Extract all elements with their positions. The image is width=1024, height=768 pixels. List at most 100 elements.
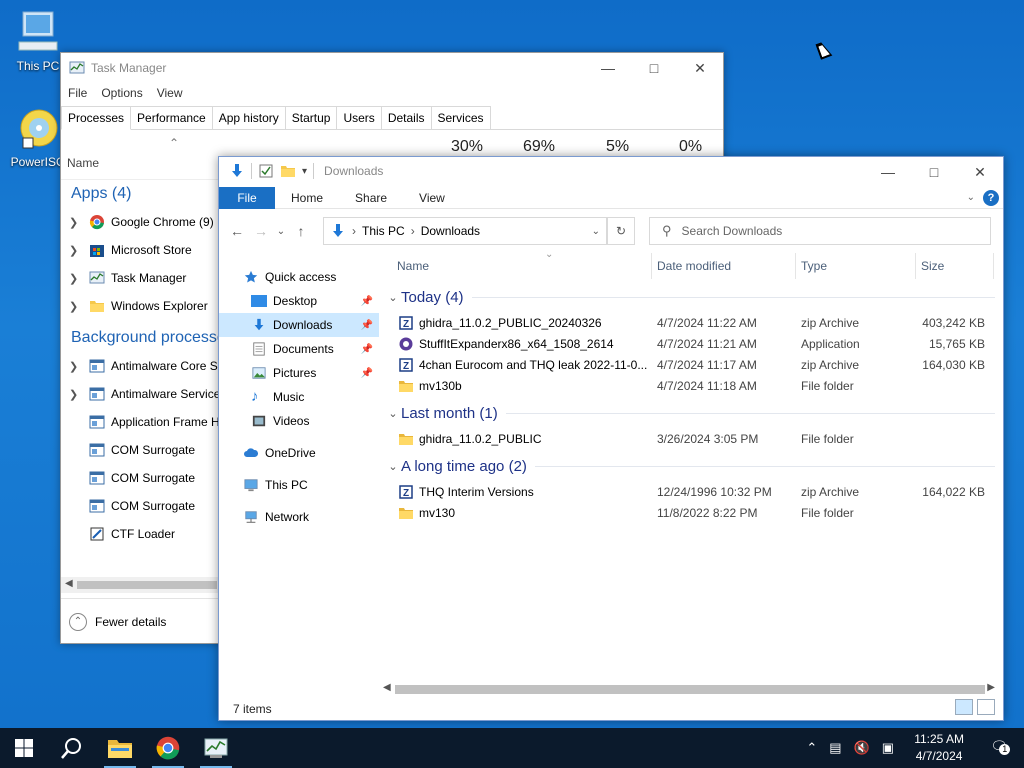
menu-file[interactable]: File bbox=[68, 86, 87, 100]
maximize-button[interactable]: □ bbox=[631, 53, 677, 83]
tab-users[interactable]: Users bbox=[336, 106, 382, 129]
expand-chevron-icon[interactable]: ❯ bbox=[69, 360, 89, 373]
close-button[interactable]: ✕ bbox=[957, 157, 1003, 187]
new-folder-icon[interactable] bbox=[280, 163, 296, 179]
title-bar[interactable]: ▾ Downloads — □ ✕ bbox=[219, 157, 1003, 187]
desktop-icon-poweriso[interactable]: PowerISO bbox=[8, 108, 68, 169]
ribbon-view-tab[interactable]: View bbox=[403, 191, 461, 205]
file-row[interactable]: Zghidra_11.0.2_PUBLIC_20240326 4/7/2024 1… bbox=[385, 312, 995, 333]
cpu-percent[interactable]: 30% bbox=[451, 138, 483, 156]
tab-performance[interactable]: Performance bbox=[130, 106, 213, 129]
forward-arrow-icon[interactable]: → bbox=[249, 223, 273, 239]
show-hidden-icons-icon[interactable]: ⌃ bbox=[806, 740, 817, 756]
minimize-button[interactable]: — bbox=[865, 157, 911, 187]
pin-icon[interactable]: 📌 bbox=[361, 344, 373, 355]
horizontal-scrollbar[interactable]: ◀ ▶ bbox=[379, 681, 999, 697]
file-row[interactable]: mv130b 4/7/2024 11:18 AM File folder bbox=[385, 375, 995, 396]
properties-icon[interactable] bbox=[258, 163, 274, 179]
column-name[interactable]: Name bbox=[397, 259, 429, 273]
collapse-chevron-icon[interactable]: ⌄ bbox=[385, 460, 401, 473]
nav-network[interactable]: Network bbox=[219, 505, 379, 529]
expand-chevron-icon[interactable]: ❯ bbox=[69, 272, 89, 285]
fewer-details-link[interactable]: Fewer details bbox=[95, 615, 166, 629]
nav-music[interactable]: ♪ Music bbox=[219, 385, 379, 409]
refresh-button[interactable]: ↻ bbox=[607, 217, 635, 245]
pin-icon[interactable]: 📌 bbox=[361, 320, 373, 331]
close-button[interactable]: ✕ bbox=[677, 53, 723, 83]
action-center-button[interactable]: 🗨 1 bbox=[990, 738, 1011, 755]
chevron-up-icon[interactable]: ⌃ bbox=[69, 612, 87, 631]
breadcrumb-this-pc[interactable]: This PC bbox=[362, 224, 405, 238]
breadcrumb-downloads[interactable]: Downloads bbox=[421, 224, 480, 238]
pin-icon[interactable]: 📌 bbox=[361, 368, 373, 379]
column-date-modified[interactable]: Date modified bbox=[657, 259, 731, 273]
nav-quick-access[interactable]: Quick access bbox=[219, 265, 379, 289]
desktop-icon-this-pc[interactable]: This PC bbox=[8, 8, 68, 73]
horizontal-scrollbar[interactable]: ◀ bbox=[61, 577, 221, 593]
details-view-icon[interactable] bbox=[955, 699, 973, 715]
tab-processes[interactable]: Processes bbox=[61, 106, 132, 130]
expand-ribbon-icon[interactable]: ⌄ bbox=[967, 192, 975, 203]
address-bar[interactable]: › This PC › Downloads ⌄ bbox=[323, 217, 607, 245]
column-size[interactable]: Size bbox=[921, 259, 944, 273]
nav-downloads[interactable]: Downloads 📌 bbox=[219, 313, 379, 337]
nav-pictures[interactable]: Pictures 📌 bbox=[219, 361, 379, 385]
expand-chevron-icon[interactable]: ❯ bbox=[69, 244, 89, 257]
group-header-today[interactable]: ⌄ Today (4) bbox=[385, 287, 995, 307]
group-header-long-time-ago[interactable]: ⌄ A long time ago (2) bbox=[385, 456, 995, 476]
tab-services[interactable]: Services bbox=[430, 106, 491, 129]
nav-onedrive[interactable]: OneDrive bbox=[219, 441, 379, 465]
recent-locations-icon[interactable]: ⌄ bbox=[273, 226, 289, 237]
taskbar-task-manager[interactable] bbox=[192, 728, 240, 768]
minimize-button[interactable]: — bbox=[585, 53, 631, 83]
ribbon-share-tab[interactable]: Share bbox=[339, 191, 403, 205]
ribbon-file-tab[interactable]: File bbox=[219, 186, 275, 209]
menu-options[interactable]: Options bbox=[101, 86, 142, 100]
up-arrow-icon[interactable]: ↑ bbox=[289, 223, 313, 239]
volume-muted-icon[interactable]: 🔇 bbox=[854, 740, 870, 756]
file-row[interactable]: StuffItExpanderx86_x64_1508_2614 4/7/2024… bbox=[385, 333, 995, 354]
network-icon[interactable]: ▤ bbox=[829, 740, 841, 756]
ribbon-home-tab[interactable]: Home bbox=[275, 191, 339, 205]
back-arrow-icon[interactable]: ← bbox=[225, 223, 249, 239]
pin-icon[interactable]: 📌 bbox=[361, 296, 373, 307]
file-row[interactable]: Z THQ Interim Versions 12/24/1996 10:32 PM… bbox=[385, 481, 995, 502]
nav-documents[interactable]: Documents 📌 bbox=[219, 337, 379, 361]
clock[interactable]: 11:25 AM 4/7/2024 bbox=[914, 731, 964, 765]
scroll-right-icon[interactable]: ▶ bbox=[987, 682, 995, 693]
memory-percent[interactable]: 69% bbox=[523, 138, 555, 156]
tab-startup[interactable]: Startup bbox=[284, 106, 338, 129]
tab-details[interactable]: Details bbox=[380, 106, 432, 129]
nav-desktop[interactable]: Desktop 📌 bbox=[219, 289, 379, 313]
tab-app-history[interactable]: App history bbox=[211, 106, 286, 129]
help-icon[interactable]: ? bbox=[983, 189, 999, 206]
taskbar-chrome[interactable] bbox=[144, 728, 192, 768]
customize-toolbar-icon[interactable]: ▾ bbox=[302, 166, 307, 177]
file-explorer-window[interactable]: ▾ Downloads — □ ✕ File Home Share View ⌄… bbox=[218, 156, 1004, 721]
expand-chevron-icon[interactable]: ❯ bbox=[69, 300, 89, 313]
scrollbar-thumb[interactable] bbox=[395, 685, 985, 694]
search-input[interactable]: ⚲ Search Downloads bbox=[649, 217, 991, 245]
scrollbar-thumb[interactable] bbox=[77, 581, 217, 589]
file-row[interactable]: ghidra_11.0.2_PUBLIC 3/26/2024 3:05 PM Fil… bbox=[385, 428, 995, 449]
expand-chevron-icon[interactable]: ❯ bbox=[69, 388, 89, 401]
sort-up-icon[interactable]: ⌃ bbox=[169, 136, 179, 150]
file-row[interactable]: Z 4chan Eurocom and THQ leak 2022-11-0...… bbox=[385, 354, 995, 375]
start-button[interactable] bbox=[0, 728, 48, 768]
search-button[interactable] bbox=[48, 728, 96, 768]
scroll-left-icon[interactable]: ◀ bbox=[383, 682, 391, 693]
nav-this-pc[interactable]: This PC bbox=[219, 473, 379, 497]
collapse-chevron-icon[interactable]: ⌄ bbox=[385, 291, 401, 304]
collapse-chevron-icon[interactable]: ⌄ bbox=[385, 407, 401, 420]
network-percent[interactable]: 0% bbox=[679, 138, 702, 156]
taskbar-file-explorer[interactable] bbox=[96, 728, 144, 768]
disk-percent[interactable]: 5% bbox=[606, 138, 629, 156]
group-header-last-month[interactable]: ⌄ Last month (1) bbox=[385, 403, 995, 423]
display-icon[interactable]: ▣ bbox=[882, 740, 894, 756]
nav-videos[interactable]: Videos bbox=[219, 409, 379, 433]
maximize-button[interactable]: □ bbox=[911, 157, 957, 187]
expand-chevron-icon[interactable]: ❯ bbox=[69, 216, 89, 229]
menu-view[interactable]: View bbox=[157, 86, 183, 100]
file-row[interactable]: mv130 11/8/2022 8:22 PM File folder bbox=[385, 502, 995, 523]
address-dropdown-icon[interactable]: ⌄ bbox=[592, 226, 600, 237]
